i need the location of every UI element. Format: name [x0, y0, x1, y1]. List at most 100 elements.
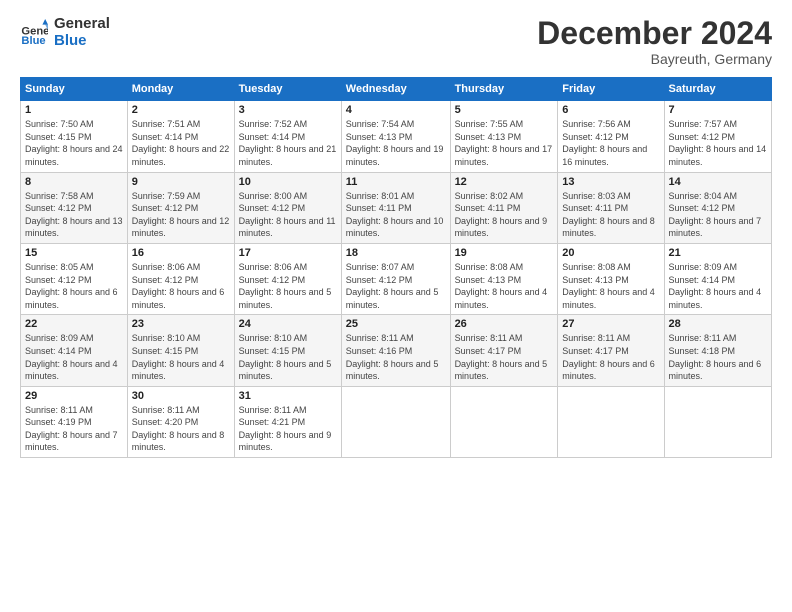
- table-row: 31 Sunrise: 8:11 AM Sunset: 4:21 PM Dayl…: [234, 386, 341, 457]
- day-number: 17: [239, 247, 337, 259]
- table-row: 13 Sunrise: 8:03 AM Sunset: 4:11 PM Dayl…: [558, 172, 664, 243]
- day-number: 11: [346, 176, 446, 188]
- table-row: 3 Sunrise: 7:52 AM Sunset: 4:14 PM Dayli…: [234, 101, 341, 172]
- day-info: Sunrise: 8:11 AM Sunset: 4:17 PM Dayligh…: [562, 332, 659, 382]
- day-number: 15: [25, 247, 123, 259]
- svg-text:Blue: Blue: [21, 35, 45, 47]
- day-number: 6: [562, 104, 659, 116]
- table-row: 28 Sunrise: 8:11 AM Sunset: 4:18 PM Dayl…: [664, 315, 771, 386]
- day-info: Sunrise: 7:54 AM Sunset: 4:13 PM Dayligh…: [346, 118, 446, 168]
- day-number: 20: [562, 247, 659, 259]
- day-info: Sunrise: 8:09 AM Sunset: 4:14 PM Dayligh…: [25, 332, 123, 382]
- calendar-table: Sunday Monday Tuesday Wednesday Thursday…: [20, 77, 772, 458]
- table-row: 10 Sunrise: 8:00 AM Sunset: 4:12 PM Dayl…: [234, 172, 341, 243]
- day-info: Sunrise: 8:11 AM Sunset: 4:16 PM Dayligh…: [346, 332, 446, 382]
- header: General Blue General Blue December 2024 …: [20, 16, 772, 67]
- day-info: Sunrise: 8:01 AM Sunset: 4:11 PM Dayligh…: [346, 190, 446, 240]
- day-number: 26: [455, 318, 554, 330]
- day-number: 21: [669, 247, 767, 259]
- day-number: 19: [455, 247, 554, 259]
- day-number: 1: [25, 104, 123, 116]
- table-row: 7 Sunrise: 7:57 AM Sunset: 4:12 PM Dayli…: [664, 101, 771, 172]
- table-row: 9 Sunrise: 7:59 AM Sunset: 4:12 PM Dayli…: [127, 172, 234, 243]
- logo-general: General: [54, 16, 110, 33]
- day-info: Sunrise: 8:11 AM Sunset: 4:20 PM Dayligh…: [132, 404, 230, 454]
- day-number: 30: [132, 390, 230, 402]
- day-number: 28: [669, 318, 767, 330]
- day-info: Sunrise: 7:51 AM Sunset: 4:14 PM Dayligh…: [132, 118, 230, 168]
- table-row: 6 Sunrise: 7:56 AM Sunset: 4:12 PM Dayli…: [558, 101, 664, 172]
- day-number: 9: [132, 176, 230, 188]
- col-monday: Monday: [127, 78, 234, 101]
- table-row: [450, 386, 558, 457]
- calendar-header-row: Sunday Monday Tuesday Wednesday Thursday…: [21, 78, 772, 101]
- table-row: 27 Sunrise: 8:11 AM Sunset: 4:17 PM Dayl…: [558, 315, 664, 386]
- day-info: Sunrise: 7:55 AM Sunset: 4:13 PM Dayligh…: [455, 118, 554, 168]
- day-info: Sunrise: 7:52 AM Sunset: 4:14 PM Dayligh…: [239, 118, 337, 168]
- table-row: [341, 386, 450, 457]
- table-row: 25 Sunrise: 8:11 AM Sunset: 4:16 PM Dayl…: [341, 315, 450, 386]
- table-row: 15 Sunrise: 8:05 AM Sunset: 4:12 PM Dayl…: [21, 243, 128, 314]
- day-number: 31: [239, 390, 337, 402]
- day-info: Sunrise: 8:00 AM Sunset: 4:12 PM Dayligh…: [239, 190, 337, 240]
- day-number: 25: [346, 318, 446, 330]
- day-info: Sunrise: 7:56 AM Sunset: 4:12 PM Dayligh…: [562, 118, 659, 168]
- day-number: 8: [25, 176, 123, 188]
- calendar-week-row: 8 Sunrise: 7:58 AM Sunset: 4:12 PM Dayli…: [21, 172, 772, 243]
- day-number: 18: [346, 247, 446, 259]
- day-number: 14: [669, 176, 767, 188]
- day-number: 2: [132, 104, 230, 116]
- table-row: 19 Sunrise: 8:08 AM Sunset: 4:13 PM Dayl…: [450, 243, 558, 314]
- day-number: 10: [239, 176, 337, 188]
- table-row: 22 Sunrise: 8:09 AM Sunset: 4:14 PM Dayl…: [21, 315, 128, 386]
- day-info: Sunrise: 8:02 AM Sunset: 4:11 PM Dayligh…: [455, 190, 554, 240]
- calendar-week-row: 1 Sunrise: 7:50 AM Sunset: 4:15 PM Dayli…: [21, 101, 772, 172]
- table-row: 2 Sunrise: 7:51 AM Sunset: 4:14 PM Dayli…: [127, 101, 234, 172]
- table-row: 20 Sunrise: 8:08 AM Sunset: 4:13 PM Dayl…: [558, 243, 664, 314]
- calendar-week-row: 29 Sunrise: 8:11 AM Sunset: 4:19 PM Dayl…: [21, 386, 772, 457]
- day-number: 16: [132, 247, 230, 259]
- day-info: Sunrise: 8:11 AM Sunset: 4:17 PM Dayligh…: [455, 332, 554, 382]
- logo-icon: General Blue: [20, 19, 48, 47]
- day-info: Sunrise: 8:08 AM Sunset: 4:13 PM Dayligh…: [455, 261, 554, 311]
- day-number: 22: [25, 318, 123, 330]
- table-row: 21 Sunrise: 8:09 AM Sunset: 4:14 PM Dayl…: [664, 243, 771, 314]
- col-friday: Friday: [558, 78, 664, 101]
- col-sunday: Sunday: [21, 78, 128, 101]
- day-info: Sunrise: 8:08 AM Sunset: 4:13 PM Dayligh…: [562, 261, 659, 311]
- table-row: 26 Sunrise: 8:11 AM Sunset: 4:17 PM Dayl…: [450, 315, 558, 386]
- day-info: Sunrise: 7:58 AM Sunset: 4:12 PM Dayligh…: [25, 190, 123, 240]
- day-number: 29: [25, 390, 123, 402]
- day-info: Sunrise: 8:10 AM Sunset: 4:15 PM Dayligh…: [239, 332, 337, 382]
- table-row: 17 Sunrise: 8:06 AM Sunset: 4:12 PM Dayl…: [234, 243, 341, 314]
- day-info: Sunrise: 8:06 AM Sunset: 4:12 PM Dayligh…: [239, 261, 337, 311]
- day-info: Sunrise: 8:11 AM Sunset: 4:21 PM Dayligh…: [239, 404, 337, 454]
- day-number: 3: [239, 104, 337, 116]
- day-number: 5: [455, 104, 554, 116]
- page: General Blue General Blue December 2024 …: [0, 0, 792, 612]
- title-block: December 2024 Bayreuth, Germany: [537, 16, 772, 67]
- day-number: 13: [562, 176, 659, 188]
- table-row: 8 Sunrise: 7:58 AM Sunset: 4:12 PM Dayli…: [21, 172, 128, 243]
- day-number: 4: [346, 104, 446, 116]
- day-number: 27: [562, 318, 659, 330]
- day-number: 24: [239, 318, 337, 330]
- logo-blue: Blue: [54, 33, 110, 50]
- logo: General Blue General Blue: [20, 16, 110, 49]
- day-info: Sunrise: 8:04 AM Sunset: 4:12 PM Dayligh…: [669, 190, 767, 240]
- col-tuesday: Tuesday: [234, 78, 341, 101]
- day-info: Sunrise: 7:59 AM Sunset: 4:12 PM Dayligh…: [132, 190, 230, 240]
- table-row: 4 Sunrise: 7:54 AM Sunset: 4:13 PM Dayli…: [341, 101, 450, 172]
- table-row: 5 Sunrise: 7:55 AM Sunset: 4:13 PM Dayli…: [450, 101, 558, 172]
- day-info: Sunrise: 8:11 AM Sunset: 4:19 PM Dayligh…: [25, 404, 123, 454]
- day-number: 7: [669, 104, 767, 116]
- day-info: Sunrise: 8:09 AM Sunset: 4:14 PM Dayligh…: [669, 261, 767, 311]
- calendar-week-row: 22 Sunrise: 8:09 AM Sunset: 4:14 PM Dayl…: [21, 315, 772, 386]
- col-thursday: Thursday: [450, 78, 558, 101]
- col-saturday: Saturday: [664, 78, 771, 101]
- table-row: 14 Sunrise: 8:04 AM Sunset: 4:12 PM Dayl…: [664, 172, 771, 243]
- table-row: 24 Sunrise: 8:10 AM Sunset: 4:15 PM Dayl…: [234, 315, 341, 386]
- day-info: Sunrise: 8:06 AM Sunset: 4:12 PM Dayligh…: [132, 261, 230, 311]
- table-row: [664, 386, 771, 457]
- calendar-week-row: 15 Sunrise: 8:05 AM Sunset: 4:12 PM Dayl…: [21, 243, 772, 314]
